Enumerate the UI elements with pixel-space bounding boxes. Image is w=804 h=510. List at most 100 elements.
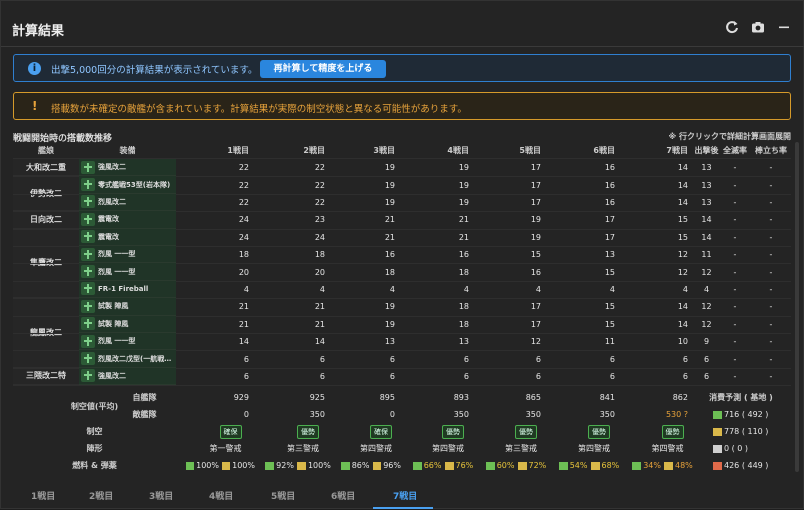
aircraft-count[interactable]: 12	[475, 333, 547, 350]
aircraft-count[interactable]: 13	[547, 246, 621, 263]
equipment-cell[interactable]: 烈風 一一型	[79, 263, 176, 281]
aircraft-count[interactable]: 14	[694, 211, 719, 228]
aircraft-count[interactable]: 13	[401, 333, 475, 350]
aircraft-count[interactable]: -	[719, 298, 751, 315]
aircraft-count[interactable]: -	[751, 281, 791, 298]
aircraft-count[interactable]: -	[751, 229, 791, 246]
tab-battle-3[interactable]: 3戦目	[149, 489, 173, 502]
aircraft-count[interactable]: 6	[401, 350, 475, 367]
aircraft-count[interactable]: -	[751, 298, 791, 315]
aircraft-count[interactable]: 15	[475, 246, 547, 263]
aircraft-count[interactable]: 17	[547, 211, 621, 228]
aircraft-count[interactable]: 13	[331, 333, 401, 350]
aircraft-count[interactable]: 14	[621, 298, 694, 315]
aircraft-count[interactable]: -	[751, 159, 791, 176]
aircraft-count[interactable]: 6	[176, 350, 255, 367]
aircraft-count[interactable]: 18	[331, 263, 401, 280]
aircraft-count[interactable]: 20	[255, 263, 331, 280]
aircraft-count[interactable]: 16	[547, 194, 621, 211]
aircraft-count[interactable]: 11	[694, 246, 719, 263]
aircraft-count[interactable]: -	[719, 194, 751, 211]
aircraft-count[interactable]: 21	[176, 316, 255, 333]
ship-name[interactable]: 日向改二	[13, 211, 79, 229]
aircraft-count[interactable]: -	[719, 350, 751, 367]
aircraft-count[interactable]: 19	[331, 159, 401, 176]
aircraft-count[interactable]: 16	[475, 263, 547, 280]
aircraft-count[interactable]: 6	[547, 350, 621, 367]
aircraft-count[interactable]: -	[719, 368, 751, 385]
scrollbar[interactable]	[795, 142, 799, 472]
aircraft-count[interactable]: 19	[401, 194, 475, 211]
equipment-cell[interactable]: 烈風 一一型	[79, 246, 176, 264]
aircraft-count[interactable]: -	[751, 350, 791, 367]
aircraft-count[interactable]: 15	[547, 298, 621, 315]
ship-name[interactable]: 大和改二重	[13, 159, 79, 177]
aircraft-count[interactable]: 21	[401, 229, 475, 246]
aircraft-count[interactable]: 23	[255, 211, 331, 228]
aircraft-count[interactable]: 17	[475, 159, 547, 176]
aircraft-count[interactable]: -	[719, 159, 751, 176]
aircraft-count[interactable]: -	[751, 263, 791, 280]
aircraft-count[interactable]: 21	[401, 211, 475, 228]
equipment-cell[interactable]: 試製 陣風	[79, 315, 176, 333]
aircraft-count[interactable]: 6	[475, 368, 547, 385]
aircraft-count[interactable]: 18	[401, 298, 475, 315]
minimize-icon[interactable]	[777, 20, 791, 34]
aircraft-count[interactable]: 4	[331, 281, 401, 298]
aircraft-count[interactable]: 14	[255, 333, 331, 350]
aircraft-count[interactable]: 4	[621, 281, 694, 298]
aircraft-count[interactable]: 4	[401, 281, 475, 298]
aircraft-count[interactable]: 12	[694, 263, 719, 280]
tab-battle-2[interactable]: 2戦目	[89, 489, 113, 502]
equipment-cell[interactable]: 強風改二	[79, 367, 176, 386]
equipment-cell[interactable]: 烈風 一一型	[79, 333, 176, 351]
aircraft-count[interactable]: 6	[621, 368, 694, 385]
aircraft-count[interactable]: 6	[547, 368, 621, 385]
aircraft-count[interactable]: 19	[475, 211, 547, 228]
aircraft-count[interactable]: 19	[401, 176, 475, 193]
aircraft-count[interactable]: 4	[547, 281, 621, 298]
equipment-cell[interactable]: 震電改	[79, 211, 176, 229]
tab-battle-7[interactable]: 7戦目	[393, 489, 417, 502]
aircraft-count[interactable]: 4	[694, 281, 719, 298]
aircraft-count[interactable]: 4	[176, 281, 255, 298]
aircraft-count[interactable]: 20	[176, 263, 255, 280]
aircraft-count[interactable]: 16	[547, 159, 621, 176]
aircraft-count[interactable]: 12	[621, 246, 694, 263]
aircraft-count[interactable]: 13	[694, 194, 719, 211]
aircraft-count[interactable]: 16	[547, 176, 621, 193]
aircraft-count[interactable]: 6	[694, 350, 719, 367]
aircraft-count[interactable]: 22	[255, 159, 331, 176]
aircraft-count[interactable]: 6	[331, 350, 401, 367]
aircraft-count[interactable]: 22	[176, 194, 255, 211]
aircraft-count[interactable]: 6	[331, 368, 401, 385]
aircraft-count[interactable]: 21	[331, 211, 401, 228]
aircraft-count[interactable]: 6	[255, 368, 331, 385]
aircraft-count[interactable]: -	[719, 229, 751, 246]
aircraft-count[interactable]: 6	[475, 350, 547, 367]
aircraft-count[interactable]: -	[751, 194, 791, 211]
refresh-icon[interactable]	[725, 20, 739, 34]
aircraft-count[interactable]: 13	[694, 176, 719, 193]
aircraft-count[interactable]: 22	[255, 194, 331, 211]
aircraft-count[interactable]: -	[719, 246, 751, 263]
tab-battle-5[interactable]: 5戦目	[271, 489, 295, 502]
aircraft-count[interactable]: 11	[547, 333, 621, 350]
aircraft-count[interactable]: 4	[255, 281, 331, 298]
aircraft-count[interactable]: 14	[621, 316, 694, 333]
ship-name[interactable]: 三隈改二特	[13, 367, 79, 386]
tab-battle-6[interactable]: 6戦目	[331, 489, 355, 502]
aircraft-count[interactable]: 18	[401, 263, 475, 280]
aircraft-count[interactable]: 21	[255, 316, 331, 333]
aircraft-count[interactable]: 6	[621, 350, 694, 367]
aircraft-count[interactable]: -	[751, 211, 791, 228]
aircraft-count[interactable]: 12	[694, 316, 719, 333]
aircraft-count[interactable]: 18	[176, 246, 255, 263]
equipment-cell[interactable]: 烈風改二戊型(一航戦…	[79, 350, 176, 368]
aircraft-count[interactable]: 13	[694, 159, 719, 176]
aircraft-count[interactable]: 17	[475, 194, 547, 211]
aircraft-count[interactable]: 12	[621, 263, 694, 280]
aircraft-count[interactable]: 18	[255, 246, 331, 263]
aircraft-count[interactable]: 19	[331, 176, 401, 193]
tab-battle-1[interactable]: 1戦目	[31, 489, 55, 502]
